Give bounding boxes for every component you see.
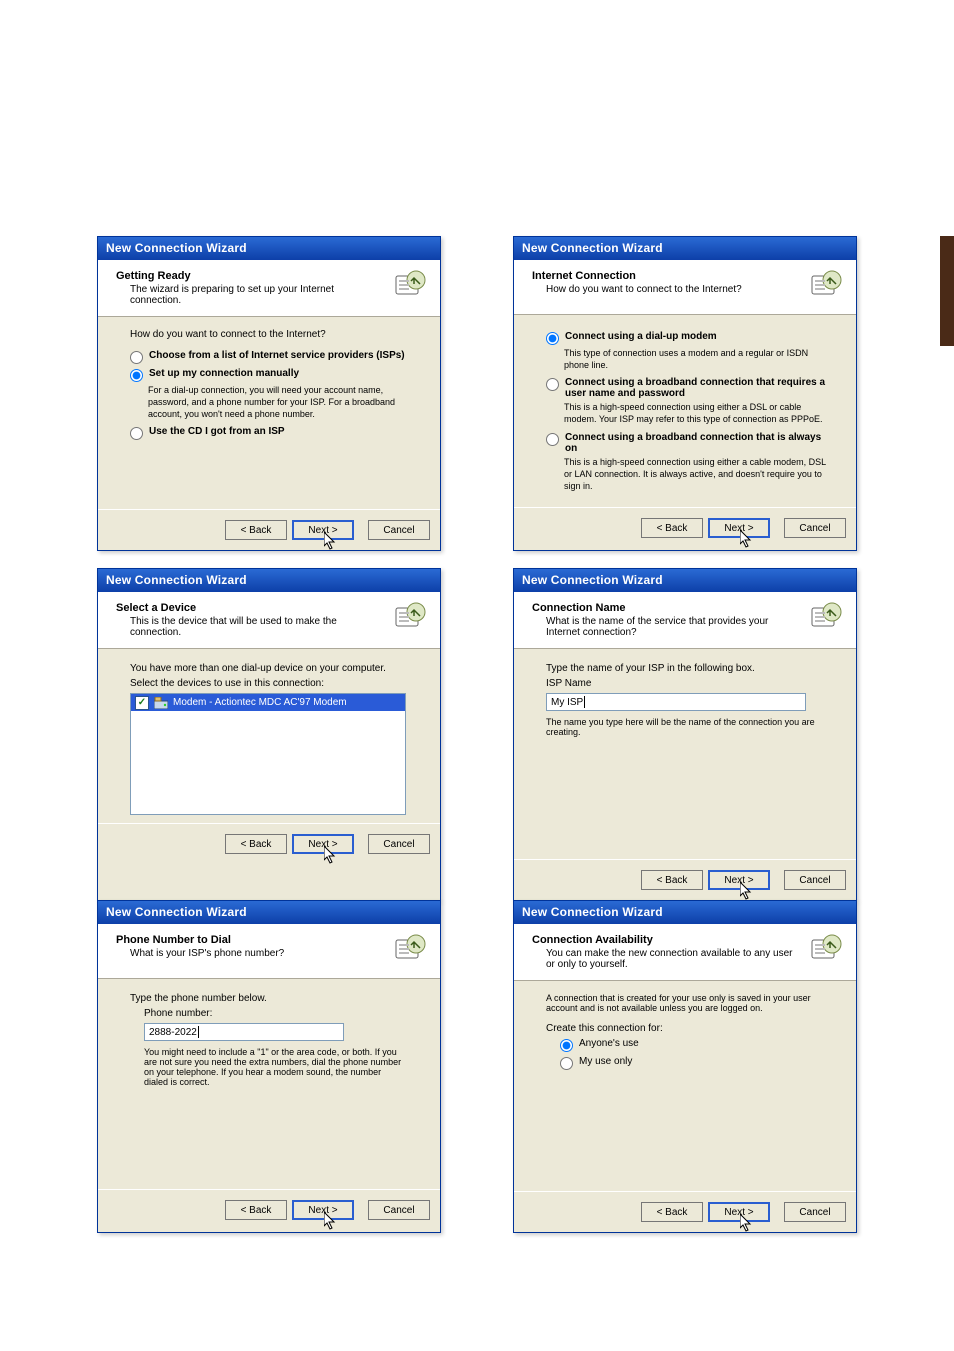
field-label: Phone number: (144, 1008, 418, 1019)
wizard-connection-availability: New Connection Wizard Connection Availab… (513, 900, 857, 1233)
radio-broadband-auth[interactable]: Connect using a broadband connection tha… (546, 377, 834, 399)
info-text: A connection that is created for your us… (546, 993, 834, 1013)
radio-label: Connect using a dial-up modem (565, 331, 717, 342)
device-label: Modem - Actiontec MDC AC'97 Modem (173, 697, 347, 708)
next-button[interactable]: Next > (292, 520, 354, 540)
next-button[interactable]: Next > (708, 1202, 770, 1222)
back-button[interactable]: < Back (225, 1200, 287, 1220)
hint-text: The name you type here will be the name … (546, 717, 834, 737)
radio-use-cd[interactable]: Use the CD I got from an ISP (130, 426, 418, 440)
radio-my-use-only[interactable]: My use only (560, 1056, 834, 1070)
radio-description: For a dial-up connection, you will need … (148, 384, 418, 420)
back-button[interactable]: < Back (225, 520, 287, 540)
cancel-button[interactable]: Cancel (368, 1200, 430, 1220)
wizard-icon (394, 270, 428, 304)
input-value: My ISP (551, 697, 583, 708)
step-heading: Connection Name (532, 602, 800, 614)
back-button[interactable]: < Back (641, 518, 703, 538)
radio-anyones-use[interactable]: Anyone's use (560, 1038, 834, 1052)
back-button[interactable]: < Back (641, 1202, 703, 1222)
radio-label: Choose from a list of Internet service p… (149, 350, 405, 361)
step-subheading: What is the name of the service that pro… (546, 616, 800, 638)
radio-choose-isps[interactable]: Choose from a list of Internet service p… (130, 350, 418, 364)
step-subheading: The wizard is preparing to set up your I… (130, 284, 384, 306)
wizard-icon (810, 270, 844, 304)
cancel-button[interactable]: Cancel (784, 1202, 846, 1222)
step-subheading: How do you want to connect to the Intern… (546, 284, 800, 295)
radio-dialup[interactable]: Connect using a dial-up modem (546, 331, 834, 345)
next-button[interactable]: Next > (292, 834, 354, 854)
radio-input[interactable] (130, 427, 143, 440)
prompt-text: Create this connection for: (546, 1023, 834, 1034)
wizard-icon (810, 934, 844, 968)
back-button[interactable]: < Back (225, 834, 287, 854)
wizard-icon (810, 602, 844, 636)
step-subheading: You can make the new connection availabl… (546, 948, 800, 970)
hint-text: You might need to include a "1" or the a… (144, 1047, 404, 1087)
step-heading: Connection Availability (532, 934, 800, 946)
wizard-internet-connection: New Connection Wizard Internet Connectio… (513, 236, 857, 551)
radio-input[interactable] (130, 351, 143, 364)
radio-label: Connect using a broadband connection tha… (565, 432, 834, 454)
wizard-icon (394, 602, 428, 636)
window-title: New Connection Wizard (98, 569, 440, 592)
prompt-text: Select the devices to use in this connec… (130, 678, 418, 689)
wizard-getting-ready: New Connection Wizard Getting Ready The … (97, 236, 441, 551)
input-value: 2888-2022 (149, 1027, 197, 1038)
prompt-text: How do you want to connect to the Intern… (130, 329, 418, 340)
radio-input[interactable] (560, 1039, 573, 1052)
radio-input[interactable] (546, 378, 559, 391)
step-heading: Phone Number to Dial (116, 934, 384, 946)
radio-input[interactable] (130, 369, 143, 382)
step-heading: Getting Ready (116, 270, 384, 282)
radio-input[interactable] (546, 332, 559, 345)
radio-label: Anyone's use (579, 1038, 639, 1049)
wizard-connection-name: New Connection Wizard Connection Name Wh… (513, 568, 857, 901)
radio-description: This type of connection uses a modem and… (564, 347, 834, 371)
radio-label: Connect using a broadband connection tha… (565, 377, 834, 399)
window-title: New Connection Wizard (514, 569, 856, 592)
prompt-text: Type the phone number below. (130, 993, 418, 1004)
radio-broadband-always[interactable]: Connect using a broadband connection tha… (546, 432, 834, 454)
radio-input[interactable] (560, 1057, 573, 1070)
step-subheading: What is your ISP's phone number? (130, 948, 384, 959)
step-heading: Internet Connection (532, 270, 800, 282)
cancel-button[interactable]: Cancel (784, 518, 846, 538)
radio-label: Use the CD I got from an ISP (149, 426, 285, 437)
device-listbox[interactable]: ✓ Modem - Actiontec MDC AC'97 Modem (130, 693, 406, 815)
isp-name-input[interactable]: My ISP (546, 693, 806, 711)
radio-label: My use only (579, 1056, 632, 1067)
prompt-text: Type the name of your ISP in the followi… (546, 663, 834, 674)
info-text: You have more than one dial-up device on… (130, 663, 418, 674)
wizard-select-device: New Connection Wizard Select a Device Th… (97, 568, 441, 901)
cancel-button[interactable]: Cancel (368, 520, 430, 540)
window-title: New Connection Wizard (514, 237, 856, 260)
radio-description: This is a high-speed connection using ei… (564, 401, 834, 425)
next-button[interactable]: Next > (708, 518, 770, 538)
field-label: ISP Name (546, 678, 834, 689)
radio-manual[interactable]: Set up my connection manually (130, 368, 418, 382)
step-heading: Select a Device (116, 602, 384, 614)
window-title: New Connection Wizard (98, 237, 440, 260)
cancel-button[interactable]: Cancel (784, 870, 846, 890)
modem-icon (154, 697, 168, 709)
cancel-button[interactable]: Cancel (368, 834, 430, 854)
wizard-icon (394, 934, 428, 968)
radio-input[interactable] (546, 433, 559, 446)
radio-label: Set up my connection manually (149, 368, 299, 379)
back-button[interactable]: < Back (641, 870, 703, 890)
next-button[interactable]: Next > (292, 1200, 354, 1220)
phone-number-input[interactable]: 2888-2022 (144, 1023, 344, 1041)
radio-description: This is a high-speed connection using ei… (564, 456, 834, 492)
device-item[interactable]: ✓ Modem - Actiontec MDC AC'97 Modem (131, 694, 405, 711)
window-title: New Connection Wizard (98, 901, 440, 924)
wizard-phone-number: New Connection Wizard Phone Number to Di… (97, 900, 441, 1233)
window-title: New Connection Wizard (514, 901, 856, 924)
checkbox-checked-icon[interactable]: ✓ (135, 696, 149, 710)
step-subheading: This is the device that will be used to … (130, 616, 384, 638)
next-button[interactable]: Next > (708, 870, 770, 890)
